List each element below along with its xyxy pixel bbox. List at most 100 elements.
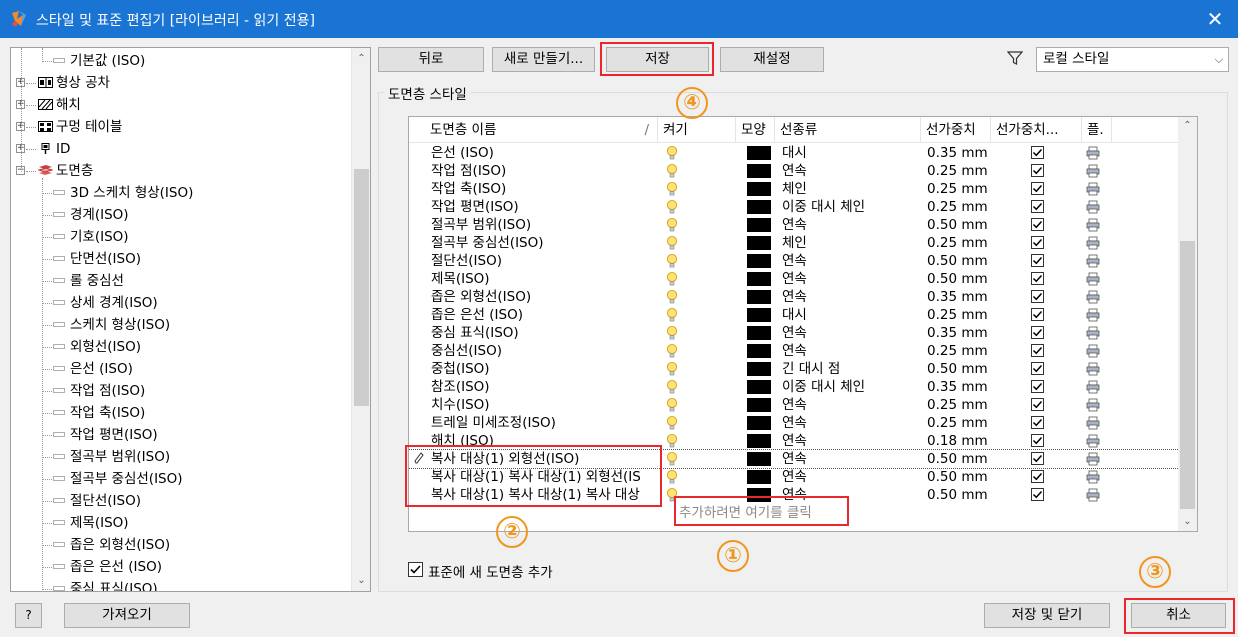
lineweight-cell[interactable]: 0.35 mm (927, 288, 997, 306)
color-swatch[interactable] (747, 380, 771, 394)
linetype-cell[interactable]: 대시 (782, 144, 920, 162)
light-bulb-icon[interactable] (665, 487, 679, 503)
light-bulb-icon[interactable] (665, 325, 679, 341)
lineweight-scale-checkbox[interactable] (1031, 290, 1044, 303)
light-bulb-icon[interactable] (665, 397, 679, 413)
lineweight-cell[interactable]: 0.25 mm (927, 198, 997, 216)
table-row[interactable]: 중첩(ISO) 긴 대시 점 0.50 mm (409, 360, 1179, 378)
table-row[interactable]: 중심 표식(ISO) 연속 0.35 mm (409, 324, 1179, 342)
tree-leaf-item[interactable]: 절곡부 중심선(ISO) (53, 468, 183, 490)
color-swatch[interactable] (747, 146, 771, 160)
layer-name-cell[interactable]: 작업 축(ISO) (431, 180, 659, 198)
color-swatch[interactable] (747, 164, 771, 178)
lineweight-scale-checkbox[interactable] (1031, 308, 1044, 321)
lineweight-scale-checkbox[interactable] (1031, 200, 1044, 213)
layer-name-cell[interactable]: 작업 평면(ISO) (431, 198, 659, 216)
light-bulb-icon[interactable] (665, 415, 679, 431)
lineweight-scale-checkbox[interactable] (1031, 362, 1044, 375)
light-bulb-icon[interactable] (665, 253, 679, 269)
tree-leaf-item[interactable]: 작업 축(ISO) (53, 402, 145, 424)
lineweight-scale-checkbox[interactable] (1031, 182, 1044, 195)
lineweight-scale-checkbox[interactable] (1031, 416, 1044, 429)
color-swatch[interactable] (747, 488, 771, 502)
table-row[interactable]: 절곡부 범위(ISO) 연속 0.50 mm (409, 216, 1179, 234)
plot-icon[interactable] (1086, 362, 1101, 376)
add-to-standard-checkbox[interactable] (408, 562, 423, 577)
linetype-cell[interactable]: 연속 (782, 432, 920, 450)
table-row[interactable]: 작업 평면(ISO) 이중 대시 체인 0.25 mm (409, 198, 1179, 216)
style-tree[interactable]: 기본값 (ISO) + 형상 공차 + 해치 + 구멍 테이블 + ID − 도면층 3D 스케치 형… (10, 47, 371, 592)
table-row[interactable]: 해치 (ISO) 연속 0.18 mm (409, 432, 1179, 450)
tree-node-item[interactable]: 해치 (38, 94, 81, 116)
layer-name-cell[interactable]: 중첩(ISO) (431, 360, 659, 378)
lineweight-scale-checkbox[interactable] (1031, 326, 1044, 339)
linetype-cell[interactable]: 연속 (782, 324, 920, 342)
lineweight-scale-checkbox[interactable] (1031, 272, 1044, 285)
tree-leaf-item[interactable]: 경계(ISO) (53, 204, 129, 226)
tree-node-item[interactable]: ID (38, 138, 70, 160)
add-layer-hint[interactable]: 추가하려면 여기를 클릭 (679, 501, 812, 521)
linetype-cell[interactable]: 체인 (782, 234, 920, 252)
lineweight-scale-checkbox[interactable] (1031, 470, 1044, 483)
light-bulb-icon[interactable] (665, 271, 679, 287)
layer-name-cell[interactable]: 중심 표식(ISO) (431, 324, 659, 342)
linetype-cell[interactable]: 연속 (782, 396, 920, 414)
table-row[interactable]: 좁은 외형선(ISO) 연속 0.35 mm (409, 288, 1179, 306)
color-swatch[interactable] (747, 182, 771, 196)
layer-name-cell[interactable]: 좁은 외형선(ISO) (431, 288, 659, 306)
light-bulb-icon[interactable] (665, 163, 679, 179)
plot-icon[interactable] (1086, 380, 1101, 394)
layer-name-cell[interactable]: 복사 대상(1) 외형선(ISO) (431, 450, 659, 468)
header-plot[interactable]: 플. (1082, 117, 1112, 143)
lineweight-cell[interactable]: 0.25 mm (927, 396, 997, 414)
tree-leaf-item[interactable]: 단면선(ISO) (53, 248, 141, 270)
table-row[interactable]: 절단선(ISO) 연속 0.50 mm (409, 252, 1179, 270)
plot-icon[interactable] (1086, 326, 1101, 340)
color-swatch[interactable] (747, 326, 771, 340)
new-button[interactable]: 새로 만들기... (492, 47, 595, 72)
lineweight-scale-checkbox[interactable] (1031, 380, 1044, 393)
table-row[interactable]: 작업 축(ISO) 체인 0.25 mm (409, 180, 1179, 198)
lineweight-scale-checkbox[interactable] (1031, 236, 1044, 249)
color-swatch[interactable] (747, 470, 771, 484)
lineweight-scale-checkbox[interactable] (1031, 164, 1044, 177)
header-layer-name[interactable]: 도면층 이름 ∕ (425, 117, 658, 143)
lineweight-cell[interactable]: 0.35 mm (927, 324, 997, 342)
lineweight-cell[interactable]: 0.25 mm (927, 306, 997, 324)
lineweight-cell[interactable]: 0.18 mm (927, 432, 997, 450)
lineweight-cell[interactable]: 0.25 mm (927, 180, 997, 198)
layer-name-cell[interactable]: 중심선(ISO) (431, 342, 659, 360)
tree-scrollbar[interactable]: ⌃ ⌄ (351, 48, 370, 591)
reset-button[interactable]: 재설정 (720, 47, 824, 72)
lineweight-scale-checkbox[interactable] (1031, 146, 1044, 159)
lineweight-scale-checkbox[interactable] (1031, 254, 1044, 267)
light-bulb-icon[interactable] (665, 433, 679, 449)
lineweight-cell[interactable]: 0.25 mm (927, 342, 997, 360)
linetype-cell[interactable]: 연속 (782, 162, 920, 180)
scroll-down-icon[interactable]: ⌄ (352, 572, 370, 589)
layer-name-cell[interactable]: 제목(ISO) (431, 270, 659, 288)
plot-icon[interactable] (1086, 146, 1101, 160)
table-row[interactable]: 좁은 은선 (ISO) 대시 0.25 mm (409, 306, 1179, 324)
table-row[interactable]: 참조(ISO) 이중 대시 체인 0.35 mm (409, 378, 1179, 396)
lineweight-cell[interactable]: 0.25 mm (927, 414, 997, 432)
tree-leaf-item[interactable]: 3D 스케치 형상(ISO) (53, 182, 193, 204)
plot-icon[interactable] (1086, 218, 1101, 232)
light-bulb-icon[interactable] (665, 379, 679, 395)
color-swatch[interactable] (747, 200, 771, 214)
tree-node-item[interactable]: 형상 공차 (38, 72, 110, 94)
linetype-cell[interactable]: 연속 (782, 450, 920, 468)
linetype-cell[interactable]: 연속 (782, 288, 920, 306)
linetype-cell[interactable]: 긴 대시 점 (782, 360, 920, 378)
plot-icon[interactable] (1086, 254, 1101, 268)
header-lineweight-scale[interactable]: 선가중치... (991, 117, 1082, 143)
save-button[interactable]: 저장 (606, 47, 709, 72)
layer-name-cell[interactable]: 절단선(ISO) (431, 252, 659, 270)
plot-icon[interactable] (1086, 200, 1101, 214)
tree-leaf-item[interactable]: 좁은 은선 (ISO) (53, 556, 162, 578)
color-swatch[interactable] (747, 434, 771, 448)
color-swatch[interactable] (747, 416, 771, 430)
color-swatch[interactable] (747, 308, 771, 322)
tree-leaf-item[interactable]: 중심 표식(ISO) (53, 578, 158, 591)
color-swatch[interactable] (747, 362, 771, 376)
